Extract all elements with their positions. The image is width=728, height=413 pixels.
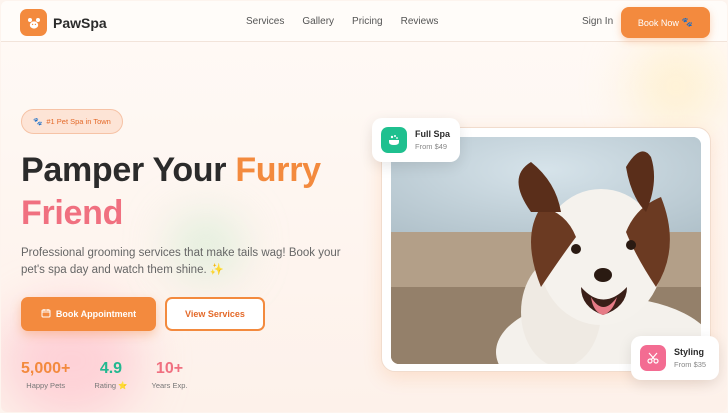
view-services-label: View Services xyxy=(185,309,245,319)
calendar-icon xyxy=(41,308,51,320)
bath-icon xyxy=(381,127,407,153)
headline-accent-furry: Furry xyxy=(235,151,321,189)
page: PawSpa Services Gallery Pricing Reviews … xyxy=(1,1,727,412)
headline-accent-friend: Friend xyxy=(21,194,124,232)
top-navbar: PawSpa Services Gallery Pricing Reviews … xyxy=(1,1,727,42)
stats-row: 5,000+ Happy Pets 4.9 Rating ⭐ 10+ Years… xyxy=(21,360,188,390)
brand-logo[interactable]: PawSpa xyxy=(20,9,107,36)
hero-badge-label: #1 Pet Spa in Town xyxy=(46,117,111,126)
stat-label: Years Exp. xyxy=(151,381,188,390)
dog-illustration xyxy=(391,137,701,364)
book-now-label: Book Now xyxy=(637,17,679,28)
decor-blob-yellow xyxy=(631,41,721,131)
book-appointment-label: Book Appointment xyxy=(55,309,137,319)
nav-links: Services Gallery Pricing Reviews xyxy=(246,16,438,27)
stat-value: 4.9 xyxy=(99,360,123,377)
stat-value: 10+ xyxy=(155,360,184,377)
stat-label: Happy Pets xyxy=(26,381,66,390)
headline-part1: Pamper Your xyxy=(21,151,236,189)
book-appointment-button[interactable]: Book Appointment xyxy=(21,297,156,331)
paw-icon xyxy=(20,9,47,36)
card-price: From $49 xyxy=(415,142,448,151)
full-spa-card[interactable]: Full Spa From $49 xyxy=(372,118,460,162)
stat-rating: 4.9 Rating ⭐ xyxy=(94,360,127,390)
scissors-icon xyxy=(640,345,666,371)
card-price: From $35 xyxy=(674,360,707,369)
card-title: Full Spa xyxy=(415,129,451,139)
hero-headline: Pamper Your Furry Friend xyxy=(21,149,321,235)
stat-happy-pets: 5,000+ Happy Pets xyxy=(21,360,70,390)
hero-subtitle: Professional grooming services that make… xyxy=(21,247,341,276)
nav-link-gallery[interactable]: Gallery xyxy=(302,16,334,27)
sign-in-link[interactable]: Sign In xyxy=(582,16,613,27)
card-title: Styling xyxy=(674,347,705,357)
stat-years: 10+ Years Exp. xyxy=(152,360,188,390)
nav-link-services[interactable]: Services xyxy=(246,16,284,27)
nav-link-reviews[interactable]: Reviews xyxy=(401,16,439,27)
view-services-button[interactable]: View Services xyxy=(165,297,265,331)
stat-value: 5,000+ xyxy=(21,360,71,377)
nav-link-pricing[interactable]: Pricing xyxy=(352,16,383,27)
paw-icon: 🐾 xyxy=(33,117,43,126)
brand-name: PawSpa xyxy=(53,14,107,31)
hero-badge: 🐾 #1 Pet Spa in Town xyxy=(21,109,123,134)
styling-card[interactable]: Styling From $35 xyxy=(631,336,719,380)
dog-photo xyxy=(391,137,701,364)
stat-label: Rating ⭐ xyxy=(94,381,128,390)
book-now-button[interactable]: Book Now 🐾 xyxy=(621,7,710,38)
paw-icon: 🐾 xyxy=(681,17,694,27)
